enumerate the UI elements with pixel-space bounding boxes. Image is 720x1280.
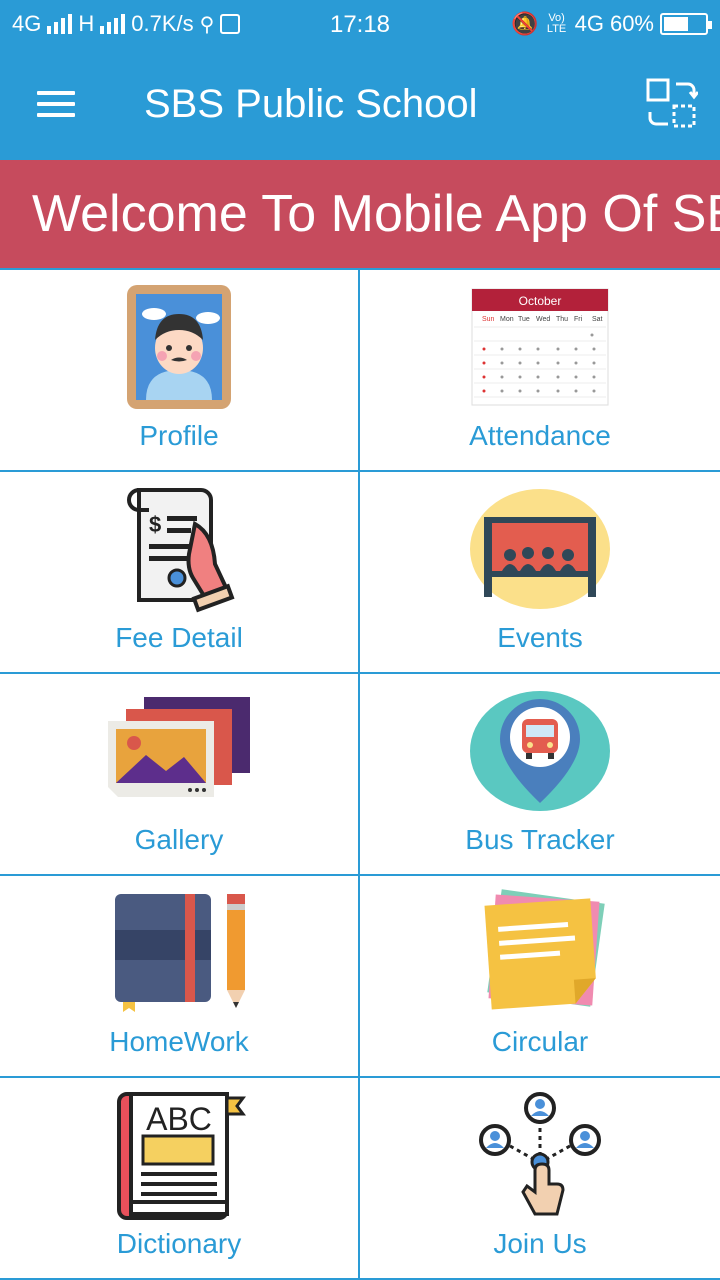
fee-receipt-icon: $ (104, 484, 254, 614)
calendar-icon: October Sun Mon Tue Wed Thu Fri Sat (465, 282, 615, 412)
calendar-month: October (519, 294, 562, 308)
hamburger-menu-icon (37, 84, 75, 124)
menu-grid: Profile October Sun Mon Tue Wed Thu Fri … (0, 270, 720, 1280)
menu-label-circular: Circular (491, 1026, 589, 1057)
calendar-day-mon: Mon (500, 316, 514, 323)
menu-label-fee-detail: Fee Detail (115, 622, 243, 653)
menu-tile-join-us[interactable]: Join Us (360, 1078, 720, 1280)
menu-tile-gallery[interactable]: Gallery (0, 674, 360, 876)
menu-tile-bus-tracker[interactable]: Bus Tracker (360, 674, 720, 876)
calendar-day-fri: Fri (574, 316, 583, 323)
profile-portrait-icon (104, 282, 254, 412)
menu-label-gallery: Gallery (134, 824, 224, 855)
notebook-pencil-icon (104, 888, 254, 1018)
status-bar: 4G H 0.7K/s ⚲ 17:18 🔕 Vo) LTE 4G 60% (0, 0, 720, 48)
battery-fill (664, 17, 688, 31)
menu-label-attendance: Attendance (469, 420, 611, 451)
menu-tile-attendance[interactable]: October Sun Mon Tue Wed Thu Fri Sat Atte… (360, 270, 720, 472)
menu-label-bus-tracker: Bus Tracker (465, 824, 615, 855)
calendar-day-sun: Sun (482, 316, 495, 323)
menu-tile-fee-detail[interactable]: $ Fee Detail (0, 472, 360, 674)
menu-tile-circular[interactable]: Circular (360, 876, 720, 1078)
events-stage-icon (465, 484, 615, 614)
menu-tile-dictionary[interactable]: ABC Dictionary (0, 1078, 360, 1280)
welcome-text: Welcome To Mobile App Of SBS Public Scho… (32, 185, 720, 243)
menu-label-join-us: Join Us (493, 1228, 587, 1259)
switch-account-button[interactable] (624, 48, 720, 160)
switch-account-icon (646, 78, 698, 128)
network-join-icon (465, 1090, 615, 1220)
calendar-day-tue: Tue (518, 316, 530, 323)
menu-label-homework: HomeWork (109, 1026, 249, 1057)
menu-label-profile: Profile (139, 420, 219, 451)
svg-text:ABC: ABC (146, 1101, 212, 1137)
menu-label-dictionary: Dictionary (116, 1228, 242, 1259)
app-title: SBS Public School (144, 81, 478, 126)
sticky-notes-icon (465, 888, 615, 1018)
abc-book-icon: ABC (104, 1090, 254, 1220)
calendar-day-thu: Thu (556, 316, 568, 323)
welcome-banner: Welcome To Mobile App Of SBS Public Scho… (0, 160, 720, 270)
calendar-day-wed: Wed (536, 316, 550, 323)
menu-tile-events[interactable]: Events (360, 472, 720, 674)
hamburger-menu-button[interactable] (0, 48, 112, 160)
menu-label-events: Events (497, 622, 583, 653)
svg-text:$: $ (149, 512, 161, 537)
status-time: 17:18 (329, 11, 391, 38)
menu-tile-profile[interactable]: Profile (0, 270, 360, 472)
app-bar: SBS Public School (0, 48, 720, 160)
battery-icon (660, 13, 712, 35)
bus-location-icon (465, 686, 615, 816)
gallery-photos-icon (104, 686, 254, 816)
calendar-day-sat: Sat (592, 316, 603, 323)
menu-tile-homework[interactable]: HomeWork (0, 876, 360, 1078)
